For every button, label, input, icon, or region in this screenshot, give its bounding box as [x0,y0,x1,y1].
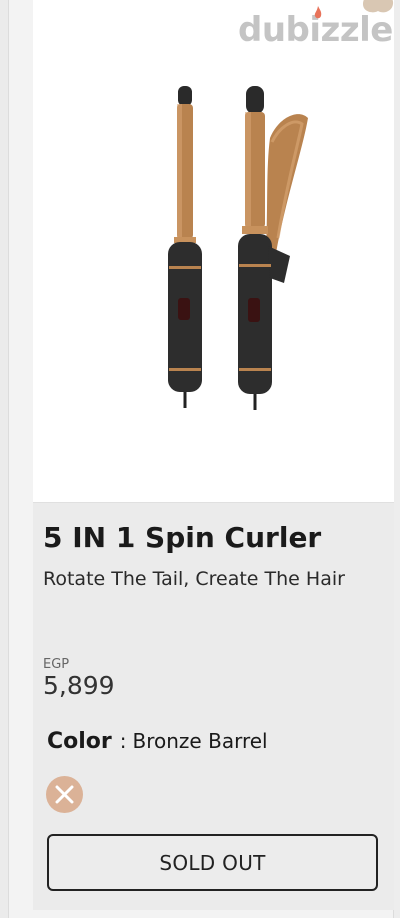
curling-iron-image [168,86,308,410]
price-value: 5,899 [43,671,115,700]
close-icon [55,785,74,804]
product-image-area[interactable]: dubizzle [33,0,394,503]
color-swatch-unavailable[interactable] [46,776,83,813]
color-separator: : [119,729,127,753]
product-card: dubizzle 5 IN 1 Spin Curler Rotate The T… [33,0,394,910]
product-subtitle: Rotate The Tail, Create The Hair [43,568,345,590]
watermark-blob-icon [363,0,394,13]
dubizzle-watermark: dubizzle [238,0,398,56]
product-title: 5 IN 1 Spin Curler [43,521,322,554]
flame-icon [314,6,322,19]
sold-out-button[interactable]: SOLD OUT [47,834,378,891]
color-label: Color [47,729,112,754]
color-value: Bronze Barrel [132,729,268,753]
color-row: Color: Bronze Barrel [47,729,268,754]
price-currency: EGP [43,657,70,672]
previous-card-edge [0,0,9,918]
next-card-edge [393,0,400,918]
